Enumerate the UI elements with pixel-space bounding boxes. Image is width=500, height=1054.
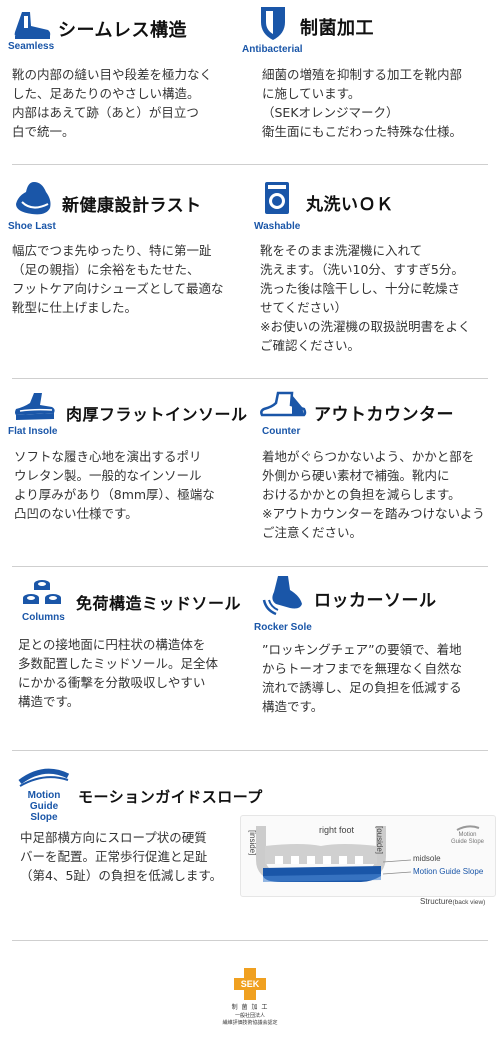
divider [12,378,488,379]
sek-line1: 制 菌 加 工 [231,1004,269,1011]
feature-body: ソフトな履き心地を演出するポリ ウレタン製。一般的なインソール より厚みがあり（… [14,449,215,521]
badge-line2: Guide Slope [451,839,485,845]
feature-title: 丸洗いＯＫ [306,195,394,215]
divider [12,164,488,165]
feature-subtitle: Columns [22,612,65,623]
feature-subtitle: Motion Guide Slope [27,790,61,823]
structure-caption: Structure(back view) [420,897,485,906]
sek-line2: 一般社団法人 [234,1013,265,1019]
feature-title: ロッカーソール [314,591,437,611]
shield-icon [261,7,285,40]
motion-guide-slope-mini-icon [456,825,479,831]
divider [12,940,488,941]
rocker-sole-icon [262,576,302,616]
feature-subtitle: Shoe Last [8,221,56,232]
structure-diagram: right foot [inside] [ouside] midsole Mot… [240,815,496,897]
columns-icon [23,580,61,604]
divider [12,566,488,567]
feature-title: シームレス構造 [58,20,187,41]
sek-mark: SEK 制 菌 加 工 一般社団法人 繊維評価技術協議会認定 [214,968,286,1026]
right-foot-label: right foot [319,825,355,835]
caption-sub: (back view) [452,899,486,906]
washing-machine-icon [265,182,289,214]
midsole-label: midsole [413,854,441,863]
feature-title: アウトカウンター [314,405,454,425]
feature-title: モーションガイドスロープ [78,788,263,806]
motion-guide-slope-label: Motion Guide Slope [413,867,484,876]
feature-title: 新健康設計ラスト [62,196,202,216]
feature-subtitle: Washable [254,221,301,232]
sek-cross-logo: SEK [234,968,266,1000]
shoe-last-icon [16,182,51,215]
badge-line1: Motion [458,832,477,838]
feature-title: 免荷構造ミッドソール [76,594,242,613]
outside-label: [ouside] [375,826,384,855]
diagram-badge: Motion Guide Slope [451,824,484,846]
sek-text: SEK [240,979,260,989]
counter-icon [260,391,307,417]
feature-body: 細菌の増殖を抑制する加工を靴内部 に施しています。 （SEKオレンジマーク） 衛… [262,67,463,139]
feature-body: 靴の内部の縫い目や段差を極力なく した、足あたりのやさしい構造。 内部はあえて跡… [12,67,213,139]
divider [12,750,488,751]
feature-subtitle: Counter [262,426,301,437]
feature-subtitle: Seamless [8,41,55,52]
inside-label: [inside] [248,830,257,856]
feature-subtitle: Flat Insole [8,426,58,437]
caption-main: Structure [420,897,453,906]
sek-line3: 繊維評価技術協議会認定 [222,1020,278,1026]
feature-subtitle: Antibacterial [242,44,303,55]
feature-body: 着地がぐらつかないよう、かかと部を 外側から硬い素材で補強。靴内に おけるかかと… [262,449,485,540]
feature-subtitle: Rocker Sole [254,622,312,633]
feature-body: 足との接地面に円柱状の構造体を 多数配置したミッドソール。足全体 にかかる衝撃を… [18,637,219,709]
motion-guide-slope-icon [18,768,70,787]
feature-body: 中足部横方向にスロープ状の硬質 バーを配置。正常歩行促進と足趾 （第4、5趾）の… [20,830,223,883]
feature-body: ”ロッキングチェア”の要領で、着地 からトーオフまでを無理なく自然な 流れで誘導… [262,642,463,714]
feature-body: 幅広でつま先ゆったり、特に第一趾 （足の親指）に余裕をもたせた、 フットケア向け… [12,243,224,315]
insole-icon [15,393,55,420]
feature-title: 肉厚フラットインソール [66,405,248,424]
shoe-icon [14,12,51,39]
feature-body: 靴をそのまま洗濯機に入れて 洗えます。（洗い10分、すすぎ5分。 洗った後は陰干… [260,243,471,353]
feature-title: 制菌加工 [300,18,374,39]
